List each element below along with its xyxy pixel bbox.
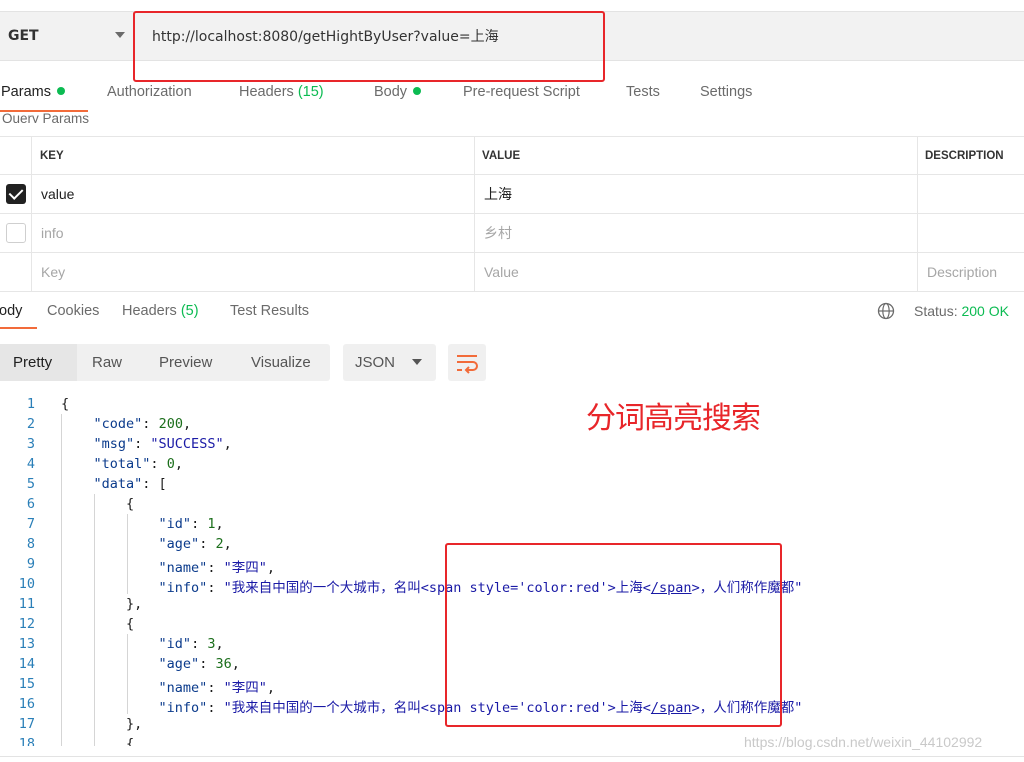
method-label: GET: [8, 28, 39, 44]
code-line: "age": 36,: [158, 656, 240, 672]
code-line: "id": 1,: [158, 516, 224, 532]
code-line: "name": "李四",: [158, 560, 275, 576]
key-input[interactable]: Key: [41, 253, 65, 291]
highlight-box-url: [133, 11, 605, 82]
line-number: 8: [26, 536, 35, 552]
format-toggle-group: Pretty Raw Preview Visualize: [0, 344, 330, 381]
line-number: 5: [26, 476, 35, 492]
response-status: Status: 200 OK: [914, 303, 1009, 319]
table-row-new: Key Value Description: [0, 253, 1024, 292]
line-number: 4: [26, 456, 35, 472]
line-number: 1: [26, 396, 35, 412]
chevron-down-icon: [115, 32, 125, 38]
line-number: 18: [18, 736, 35, 746]
table-row: value 上海: [0, 175, 1024, 214]
tab-response-body[interactable]: ody: [0, 303, 22, 319]
chevron-down-icon: [412, 359, 422, 365]
line-number: 15: [18, 676, 35, 692]
code-line: "data": [: [93, 476, 167, 492]
line-number: 13: [18, 636, 35, 652]
param-value[interactable]: 上海: [484, 175, 512, 213]
active-tab-underline: [0, 327, 37, 329]
line-number: 2: [26, 416, 35, 432]
tab-params[interactable]: Params: [1, 84, 65, 100]
code-line: "id": 3,: [158, 636, 224, 652]
line-number: 7: [26, 516, 35, 532]
wrap-lines-button[interactable]: [448, 344, 486, 381]
format-raw-button[interactable]: Raw: [92, 344, 122, 381]
param-key[interactable]: value: [41, 175, 74, 213]
format-visualize-button[interactable]: Visualize: [251, 344, 311, 381]
language-select[interactable]: JSON: [343, 344, 436, 381]
tab-tests[interactable]: Tests: [626, 84, 660, 100]
code-line: "code": 200,: [93, 416, 192, 432]
response-tabs: ody Cookies Headers (5) Test Results: [0, 303, 1024, 323]
line-number: 3: [26, 436, 35, 452]
code-line: {: [126, 736, 135, 746]
table-row: info 乡村: [0, 214, 1024, 253]
code-line: "msg": "SUCCESS",: [93, 436, 232, 452]
line-number: 10: [18, 576, 35, 592]
code-line: },: [126, 716, 143, 732]
tab-headers[interactable]: Headers (15): [239, 84, 324, 100]
watermark: https://blog.csdn.net/weixin_44102992: [744, 734, 983, 750]
column-header-key: KEY: [40, 150, 64, 162]
line-number: 9: [26, 556, 35, 572]
highlight-box-result: [445, 543, 782, 727]
code-line: {: [61, 396, 70, 412]
line-number: 17: [18, 716, 35, 732]
tab-authorization[interactable]: Authorization: [107, 84, 192, 100]
tab-cookies[interactable]: Cookies: [47, 303, 99, 319]
line-number: 6: [26, 496, 35, 512]
line-number: 14: [18, 656, 35, 672]
column-header-value: VALUE: [482, 150, 521, 162]
value-input[interactable]: Value: [484, 253, 519, 291]
status-code: 200 OK: [961, 303, 1009, 319]
divider: [0, 756, 1024, 762]
format-preview-button[interactable]: Preview: [159, 344, 212, 381]
tab-prerequest-script[interactable]: Pre-request Script: [463, 84, 580, 100]
globe-icon[interactable]: [877, 302, 895, 320]
tab-settings[interactable]: Settings: [700, 84, 752, 100]
table-header-row: KEY VALUE DESCRIPTION: [0, 136, 1024, 175]
code-line: "total": 0,: [93, 456, 183, 472]
row-checkbox[interactable]: [6, 184, 26, 204]
active-dot-icon: [413, 87, 422, 95]
line-number: 12: [18, 616, 35, 632]
active-dot-icon: [56, 87, 65, 95]
annotation-text: 分词高亮搜索: [586, 401, 761, 436]
line-number: 11: [18, 596, 35, 612]
code-line: "age": 2,: [158, 536, 232, 552]
request-tabs: Params Authorization Headers (15) Body P…: [0, 84, 1024, 108]
tab-test-results[interactable]: Test Results: [230, 303, 309, 319]
code-line: {: [126, 496, 135, 512]
code-line: "name": "李四",: [158, 680, 275, 696]
line-number: 16: [18, 696, 35, 712]
description-input[interactable]: Description: [927, 253, 997, 291]
column-header-description: DESCRIPTION: [925, 150, 1004, 162]
tab-body[interactable]: Body: [374, 84, 422, 100]
param-key[interactable]: info: [41, 214, 64, 252]
row-checkbox[interactable]: [6, 223, 26, 243]
param-value[interactable]: 乡村: [484, 214, 512, 252]
code-line: },: [126, 596, 143, 612]
format-pretty-button[interactable]: Pretty: [0, 344, 77, 381]
wrap-lines-icon: [457, 355, 478, 374]
method-select[interactable]: GET: [0, 12, 134, 60]
query-params-label: Query Params: [2, 111, 90, 123]
tab-response-headers[interactable]: Headers (5): [122, 303, 199, 319]
code-line: {: [126, 616, 135, 632]
